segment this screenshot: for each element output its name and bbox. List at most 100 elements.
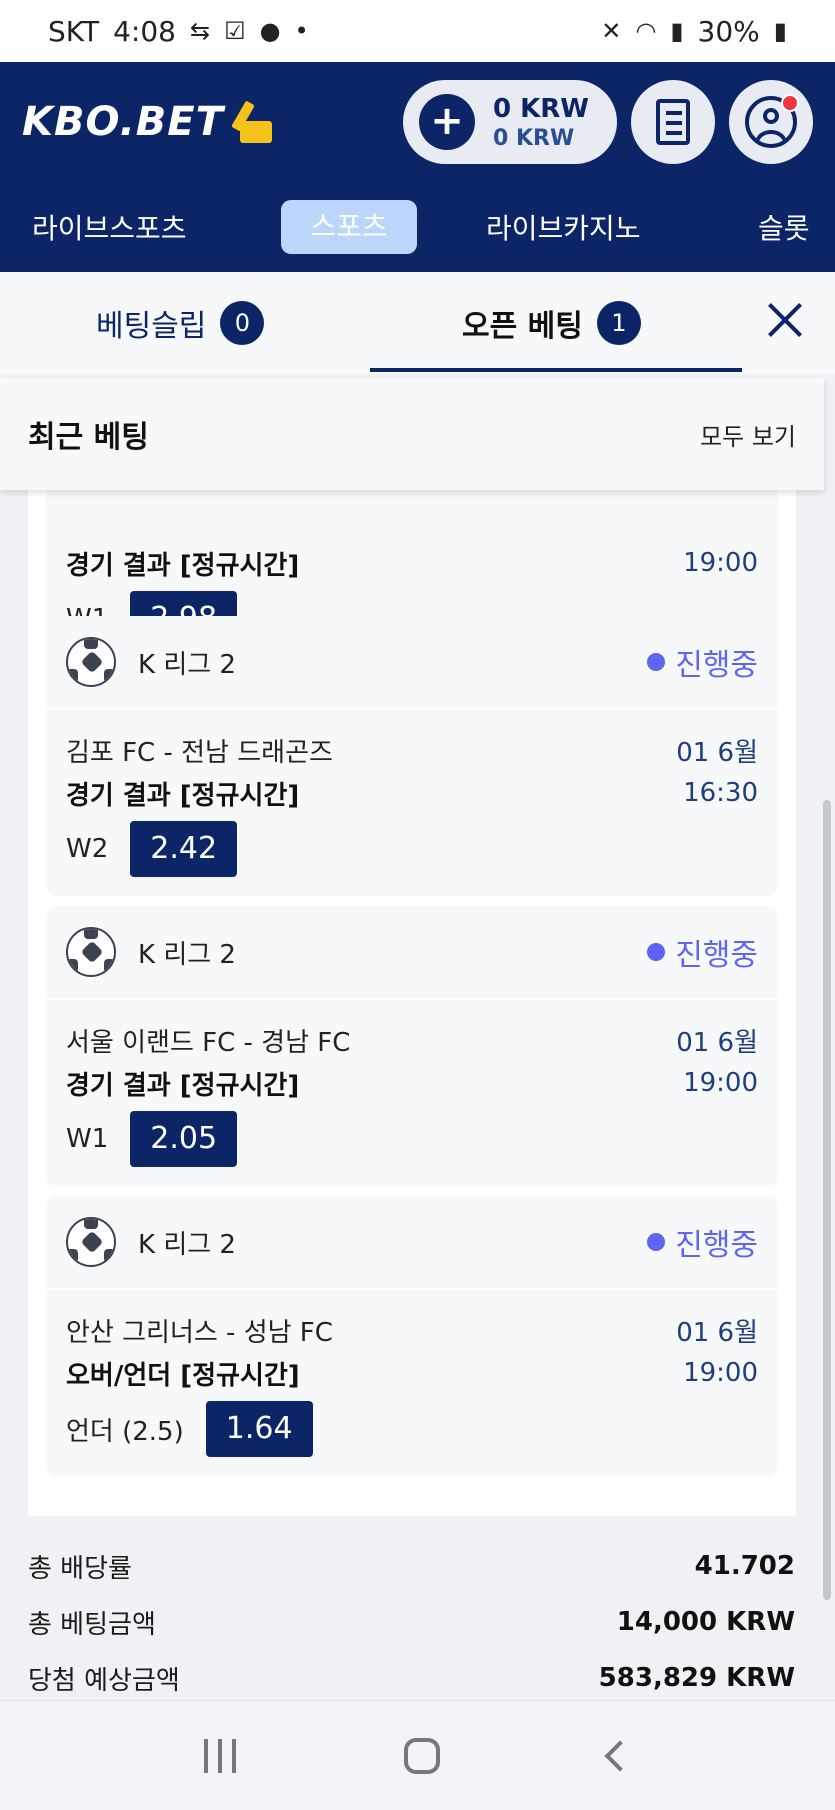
bet-card-header: K 리그 2 진행중	[46, 1196, 778, 1290]
document-icon	[656, 99, 690, 145]
battery-percent: 30%	[697, 14, 760, 48]
nav-live-sports[interactable]: 라이브스포츠	[32, 207, 187, 247]
live-status-label: 진행중	[675, 1228, 758, 1263]
betslip-tabs: 베팅슬립 0 오픈 베팅 1	[0, 272, 835, 374]
market-name: 경기 결과 [정규시간]	[66, 550, 300, 581]
status-left: SKT 4:08 ⇆ ☑ ● •	[48, 15, 309, 48]
carrier: SKT	[48, 14, 100, 48]
league-name: K 리그 2	[138, 1229, 236, 1260]
selection: W2	[66, 834, 109, 864]
market-row: 경기 결과 [정규시간] 19:00	[66, 1060, 758, 1106]
match-name: 서울 이랜드 FC - 경남 FC	[66, 1027, 351, 1058]
match-time: 19:00	[683, 1358, 758, 1388]
recent-bets-title: 최근 베팅	[28, 420, 149, 455]
wallet-bonus-balance: 0 KRW	[493, 125, 575, 151]
bet-card-header: K 리그 2 진행중	[46, 906, 778, 1000]
checkbox-icon: ☑	[224, 17, 246, 45]
wallet-balance[interactable]: + 0 KRW 0 KRW	[403, 80, 617, 164]
soccer-ball-icon	[66, 637, 116, 687]
signal-icon: ▮	[670, 17, 684, 45]
match-row: 안산 그리너스 - 성남 FC 01 6월	[66, 1310, 758, 1350]
match-row: 김포 FC - 전남 드래곤즈 01 6월	[66, 730, 758, 770]
nav-slots[interactable]: 슬롯	[758, 207, 810, 247]
main-nav: 라이브스포츠 스포츠 라이브카지노 슬롯	[0, 182, 835, 272]
live-status: 진행중	[647, 930, 758, 974]
bet-card-body: 김포 FC - 전남 드래곤즈 01 6월 경기 결과 [정규시간] 16:30…	[46, 710, 778, 896]
market-name: 오버/언더 [정규시간]	[66, 1360, 300, 1391]
live-status: 진행중	[647, 640, 758, 684]
logo-text: KBO.BET	[22, 99, 224, 145]
recent-bets-header: 최근 베팅 모두 보기	[0, 378, 824, 490]
bet-history-button[interactable]	[631, 80, 715, 164]
odds-badge: 2.05	[130, 1111, 238, 1167]
league-name: K 리그 2	[138, 939, 236, 970]
selection-row: W2 2.42	[66, 816, 758, 882]
tab-betslip-label: 베팅슬립	[96, 309, 207, 344]
match-date: 01 6월	[676, 737, 758, 768]
league-name: K 리그 2	[138, 649, 236, 680]
potential-win-label: 당첨 예상금액	[28, 1665, 180, 1696]
bet-card-body: 안산 그리너스 - 성남 FC 01 6월 오버/언더 [정규시간] 19:00…	[46, 1290, 778, 1476]
market-name: 경기 결과 [정규시간]	[66, 1070, 300, 1101]
recent-apps-icon[interactable]	[204, 1738, 237, 1773]
scrollbar[interactable]	[823, 800, 831, 1600]
total-odds-value: 41.702	[694, 1551, 795, 1581]
market-name: 경기 결과 [정규시간]	[66, 780, 300, 811]
live-status-label: 진행중	[675, 648, 758, 683]
selection: W1	[66, 1124, 109, 1154]
market-row: 경기 결과 [정규시간] 19:00	[66, 540, 758, 586]
plus-icon[interactable]: +	[419, 94, 475, 150]
wallet-amounts: 0 KRW 0 KRW	[493, 94, 589, 151]
dot-icon: •	[294, 17, 309, 45]
logo[interactable]: KBO.BET	[22, 99, 276, 145]
total-stake-value: 14,000 KRW	[616, 1607, 795, 1637]
live-dot-icon	[647, 653, 666, 671]
sync-icon: ⇆	[189, 17, 211, 45]
match-row: 서울 이랜드 FC - 경남 FC 01 6월	[66, 1020, 758, 1060]
bet-card: K 리그 2 진행중 안산 그리너스 - 성남 FC 01 6월 오버/언더 […	[46, 1196, 778, 1476]
battery-icon: ▮	[773, 17, 787, 45]
bet-totals: 총 배당률 41.702 총 베팅금액 14,000 KRW 당첨 예상금액 5…	[0, 1538, 835, 1700]
chat-icon: ●	[259, 17, 281, 45]
match-time: 16:30	[683, 778, 758, 808]
tab-open-bets-label: 오픈 베팅	[462, 309, 583, 344]
profile-button[interactable]	[729, 80, 813, 164]
system-nav-bar	[0, 1700, 835, 1810]
total-odds-row: 총 배당률 41.702	[0, 1538, 835, 1594]
match-date: 01 6월	[676, 1027, 758, 1058]
notification-dot	[781, 94, 799, 112]
logo-mark-icon	[231, 100, 276, 143]
odds-badge: 2.42	[130, 821, 238, 877]
tab-betslip[interactable]: 베팅슬립 0	[96, 272, 265, 374]
soccer-ball-icon	[66, 927, 116, 977]
match-row	[66, 500, 758, 540]
selection-row: 언더 (2.5) 1.64	[66, 1396, 758, 1462]
selection: 언더 (2.5)	[66, 1416, 184, 1447]
nav-sports[interactable]: 스포츠	[281, 200, 417, 254]
bet-card-body: 서울 이랜드 FC - 경남 FC 01 6월 경기 결과 [정규시간] 19:…	[46, 1000, 778, 1186]
back-icon[interactable]	[604, 1739, 636, 1772]
header-actions: + 0 KRW 0 KRW	[403, 80, 813, 164]
match-name: 김포 FC - 전남 드래곤즈	[66, 737, 333, 768]
nav-live-casino[interactable]: 라이브카지노	[486, 207, 641, 247]
match-date: 01 6월	[676, 1317, 758, 1348]
home-icon[interactable]	[404, 1737, 441, 1774]
tab-open-bets[interactable]: 오픈 베팅 1	[462, 272, 641, 374]
match-time: 19:00	[683, 1068, 758, 1098]
live-status-label: 진행중	[675, 938, 758, 973]
mute-icon: ✕	[601, 17, 622, 45]
close-icon[interactable]	[765, 300, 805, 340]
selection-row: W1 2.05	[66, 1106, 758, 1172]
potential-win-row: 당첨 예상금액 583,829 KRW	[0, 1650, 835, 1700]
clock: 4:08	[113, 14, 176, 48]
bet-card: K 리그 2 진행중 서울 이랜드 FC - 경남 FC 01 6월 경기 결과…	[46, 906, 778, 1186]
market-row: 오버/언더 [정규시간] 19:00	[66, 1350, 758, 1396]
bet-card-header: K 리그 2 진행중	[46, 616, 778, 710]
bet-card: K 리그 2 진행중 김포 FC - 전남 드래곤즈 01 6월 경기 결과 […	[46, 616, 778, 896]
betslip-count-badge: 0	[220, 301, 265, 345]
live-dot-icon	[647, 1233, 666, 1251]
bets-scroll-area[interactable]: 경기 결과 [정규시간] 19:00 W1 2.98 K 리그 2 진행중	[0, 490, 835, 1700]
view-all-link[interactable]: 모두 보기	[700, 417, 796, 452]
soccer-ball-icon	[66, 1217, 116, 1267]
total-odds-label: 총 배당률	[28, 1553, 132, 1584]
